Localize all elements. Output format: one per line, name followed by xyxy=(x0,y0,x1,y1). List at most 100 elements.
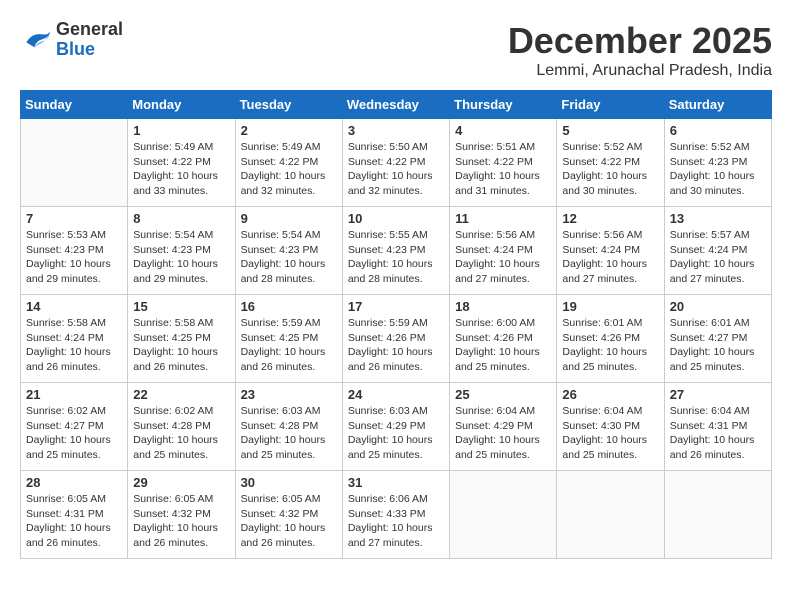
day-info: Sunrise: 5:49 AMSunset: 4:22 PMDaylight:… xyxy=(241,140,337,199)
table-cell: 16 Sunrise: 5:59 AMSunset: 4:25 PMDayligh… xyxy=(235,295,342,383)
calendar-title: December 2025 xyxy=(508,20,772,62)
header-wednesday: Wednesday xyxy=(342,91,449,119)
table-cell: 8 Sunrise: 5:54 AMSunset: 4:23 PMDaylight… xyxy=(128,207,235,295)
logo: General Blue xyxy=(20,20,123,60)
table-cell: 4 Sunrise: 5:51 AMSunset: 4:22 PMDaylight… xyxy=(450,119,557,207)
day-info: Sunrise: 5:59 AMSunset: 4:26 PMDaylight:… xyxy=(348,316,444,375)
day-number: 7 xyxy=(26,211,122,226)
table-cell: 22 Sunrise: 6:02 AMSunset: 4:28 PMDayligh… xyxy=(128,383,235,471)
table-cell: 30 Sunrise: 6:05 AMSunset: 4:32 PMDayligh… xyxy=(235,471,342,559)
table-cell: 5 Sunrise: 5:52 AMSunset: 4:22 PMDaylight… xyxy=(557,119,664,207)
day-number: 22 xyxy=(133,387,229,402)
day-number: 2 xyxy=(241,123,337,138)
table-cell: 15 Sunrise: 5:58 AMSunset: 4:25 PMDayligh… xyxy=(128,295,235,383)
day-info: Sunrise: 6:05 AMSunset: 4:31 PMDaylight:… xyxy=(26,492,122,551)
day-number: 18 xyxy=(455,299,551,314)
day-number: 23 xyxy=(241,387,337,402)
table-cell: 14 Sunrise: 5:58 AMSunset: 4:24 PMDayligh… xyxy=(21,295,128,383)
table-cell: 13 Sunrise: 5:57 AMSunset: 4:24 PMDayligh… xyxy=(664,207,771,295)
calendar-table: Sunday Monday Tuesday Wednesday Thursday… xyxy=(20,90,772,559)
page-container: General Blue December 2025 Lemmi, Arunac… xyxy=(20,20,772,559)
table-cell: 9Sunrise: 5:54 AMSunset: 4:23 PMDaylight… xyxy=(235,207,342,295)
table-cell: 29 Sunrise: 6:05 AMSunset: 4:32 PMDayligh… xyxy=(128,471,235,559)
table-cell: 3Sunrise: 5:50 AMSunset: 4:22 PMDaylight… xyxy=(342,119,449,207)
week-row-5: 28Sunrise: 6:05 AMSunset: 4:31 PMDayligh… xyxy=(21,471,772,559)
day-number: 12 xyxy=(562,211,658,226)
day-number: 15 xyxy=(133,299,229,314)
day-number: 25 xyxy=(455,387,551,402)
day-number: 17 xyxy=(348,299,444,314)
table-cell: 7 Sunrise: 5:53 AMSunset: 4:23 PMDaylight… xyxy=(21,207,128,295)
day-number: 24 xyxy=(348,387,444,402)
week-row-3: 14 Sunrise: 5:58 AMSunset: 4:24 PMDayligh… xyxy=(21,295,772,383)
day-number: 13 xyxy=(670,211,766,226)
day-number: 19 xyxy=(562,299,658,314)
day-number: 29 xyxy=(133,475,229,490)
day-info: Sunrise: 6:01 AMSunset: 4:26 PMDaylight:… xyxy=(562,316,658,375)
day-number: 5 xyxy=(562,123,658,138)
table-cell: 18Sunrise: 6:00 AMSunset: 4:26 PMDayligh… xyxy=(450,295,557,383)
table-cell xyxy=(664,471,771,559)
header-friday: Friday xyxy=(557,91,664,119)
day-info: Sunrise: 6:04 AMSunset: 4:29 PMDaylight:… xyxy=(455,404,551,463)
table-cell: 28Sunrise: 6:05 AMSunset: 4:31 PMDayligh… xyxy=(21,471,128,559)
logo-line1: General xyxy=(56,20,123,40)
day-number: 26 xyxy=(562,387,658,402)
day-info: Sunrise: 6:04 AMSunset: 4:30 PMDaylight:… xyxy=(562,404,658,463)
day-number: 16 xyxy=(241,299,337,314)
day-info: Sunrise: 5:59 AMSunset: 4:25 PMDaylight:… xyxy=(241,316,337,375)
logo-icon xyxy=(20,26,52,54)
day-info: Sunrise: 5:56 AMSunset: 4:24 PMDaylight:… xyxy=(562,228,658,287)
day-number: 30 xyxy=(241,475,337,490)
day-info: Sunrise: 5:51 AMSunset: 4:22 PMDaylight:… xyxy=(455,140,551,199)
table-cell: 2 Sunrise: 5:49 AMSunset: 4:22 PMDaylight… xyxy=(235,119,342,207)
day-info: Sunrise: 6:04 AMSunset: 4:31 PMDaylight:… xyxy=(670,404,766,463)
week-row-1: 1 Sunrise: 5:49 AMSunset: 4:22 PMDaylight… xyxy=(21,119,772,207)
day-info: Sunrise: 6:05 AMSunset: 4:32 PMDaylight:… xyxy=(241,492,337,551)
day-info: Sunrise: 5:56 AMSunset: 4:24 PMDaylight:… xyxy=(455,228,551,287)
day-info: Sunrise: 5:52 AMSunset: 4:23 PMDaylight:… xyxy=(670,140,766,199)
day-info: Sunrise: 5:58 AMSunset: 4:24 PMDaylight:… xyxy=(26,316,122,375)
day-info: Sunrise: 5:53 AMSunset: 4:23 PMDaylight:… xyxy=(26,228,122,287)
table-cell: 11 Sunrise: 5:56 AMSunset: 4:24 PMDayligh… xyxy=(450,207,557,295)
day-number: 9 xyxy=(241,211,337,226)
header-sunday: Sunday xyxy=(21,91,128,119)
day-info: Sunrise: 5:54 AMSunset: 4:23 PMDaylight:… xyxy=(133,228,229,287)
day-info: Sunrise: 5:50 AMSunset: 4:22 PMDaylight:… xyxy=(348,140,444,199)
table-cell: 27Sunrise: 6:04 AMSunset: 4:31 PMDayligh… xyxy=(664,383,771,471)
table-cell xyxy=(21,119,128,207)
day-number: 10 xyxy=(348,211,444,226)
day-info: Sunrise: 5:58 AMSunset: 4:25 PMDaylight:… xyxy=(133,316,229,375)
day-number: 11 xyxy=(455,211,551,226)
table-cell: 23 Sunrise: 6:03 AMSunset: 4:28 PMDayligh… xyxy=(235,383,342,471)
day-number: 4 xyxy=(455,123,551,138)
table-cell: 21 Sunrise: 6:02 AMSunset: 4:27 PMDayligh… xyxy=(21,383,128,471)
day-info: Sunrise: 6:03 AMSunset: 4:29 PMDaylight:… xyxy=(348,404,444,463)
table-cell: 20Sunrise: 6:01 AMSunset: 4:27 PMDayligh… xyxy=(664,295,771,383)
title-block: December 2025 Lemmi, Arunachal Pradesh, … xyxy=(508,20,772,80)
day-info: Sunrise: 5:52 AMSunset: 4:22 PMDaylight:… xyxy=(562,140,658,199)
table-cell: 31 Sunrise: 6:06 AMSunset: 4:33 PMDayligh… xyxy=(342,471,449,559)
day-number: 14 xyxy=(26,299,122,314)
day-info: Sunrise: 6:06 AMSunset: 4:33 PMDaylight:… xyxy=(348,492,444,551)
table-cell: 19 Sunrise: 6:01 AMSunset: 4:26 PMDayligh… xyxy=(557,295,664,383)
day-info: Sunrise: 6:01 AMSunset: 4:27 PMDaylight:… xyxy=(670,316,766,375)
day-info: Sunrise: 6:03 AMSunset: 4:28 PMDaylight:… xyxy=(241,404,337,463)
day-info: Sunrise: 5:57 AMSunset: 4:24 PMDaylight:… xyxy=(670,228,766,287)
day-number: 31 xyxy=(348,475,444,490)
day-number: 8 xyxy=(133,211,229,226)
table-cell xyxy=(557,471,664,559)
day-info: Sunrise: 6:02 AMSunset: 4:27 PMDaylight:… xyxy=(26,404,122,463)
day-info: Sunrise: 6:05 AMSunset: 4:32 PMDaylight:… xyxy=(133,492,229,551)
day-info: Sunrise: 6:02 AMSunset: 4:28 PMDaylight:… xyxy=(133,404,229,463)
table-cell xyxy=(450,471,557,559)
header: General Blue December 2025 Lemmi, Arunac… xyxy=(20,20,772,80)
table-cell: 25 Sunrise: 6:04 AMSunset: 4:29 PMDayligh… xyxy=(450,383,557,471)
logo-line2: Blue xyxy=(56,40,123,60)
header-saturday: Saturday xyxy=(664,91,771,119)
day-number: 1 xyxy=(133,123,229,138)
day-number: 21 xyxy=(26,387,122,402)
table-cell: 26 Sunrise: 6:04 AMSunset: 4:30 PMDayligh… xyxy=(557,383,664,471)
calendar-subtitle: Lemmi, Arunachal Pradesh, India xyxy=(508,62,772,80)
day-info: Sunrise: 5:49 AMSunset: 4:22 PMDaylight:… xyxy=(133,140,229,199)
